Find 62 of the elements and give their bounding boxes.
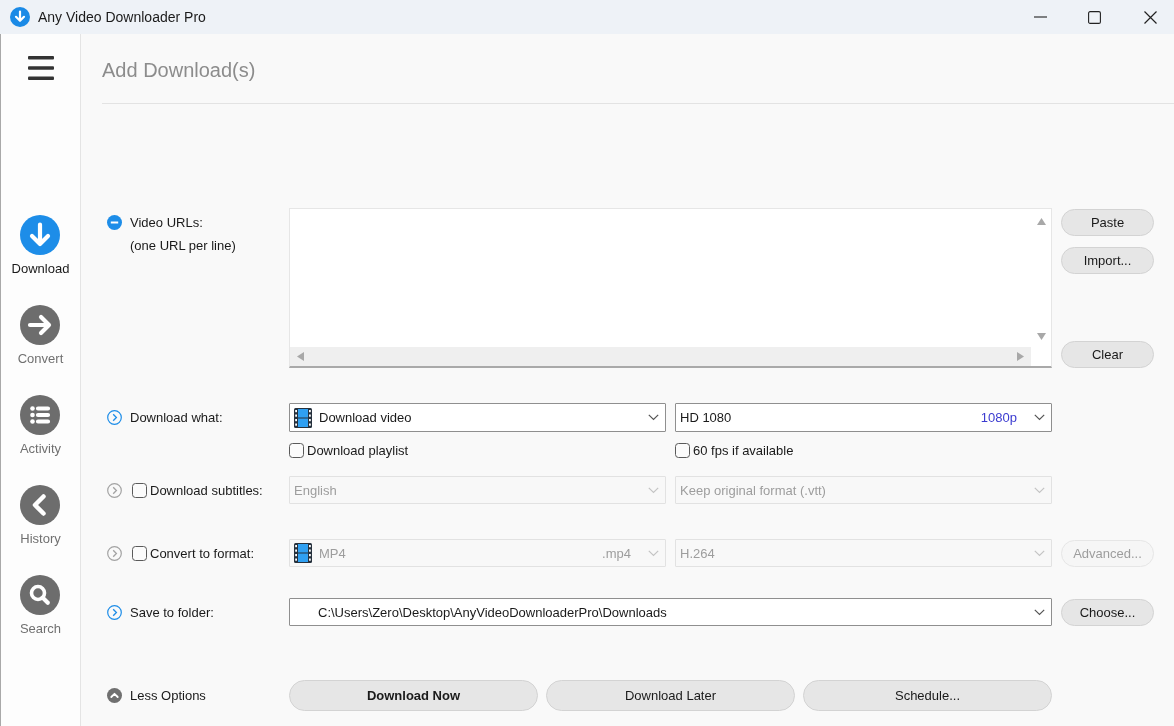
chevron-down-icon (648, 414, 659, 421)
field-label: Save to folder: (130, 604, 214, 620)
action-button[interactable]: Schedule... (803, 680, 1052, 711)
chevron-circle-icon[interactable] (107, 482, 122, 498)
field-label: Convert to format: (150, 545, 255, 561)
nav-item[interactable]: Activity (19, 395, 62, 456)
scroll-up-arrow-icon[interactable] (1036, 218, 1046, 225)
chevron-down-icon (1034, 414, 1045, 421)
horizontal-scrollbar[interactable] (290, 347, 1031, 366)
checkbox[interactable] (289, 442, 304, 458)
film-strip-icon (294, 543, 312, 563)
options-toggle-link[interactable]: Less Options (130, 688, 206, 703)
checkbox-label: Download playlist (307, 442, 409, 458)
action-button[interactable]: Import... (1061, 247, 1154, 274)
nav-item[interactable]: History (20, 485, 61, 546)
chevron-down-icon (648, 486, 659, 494)
scroll-right-arrow-icon[interactable] (1017, 352, 1024, 361)
suffix-text: 1080p (980, 410, 1017, 425)
checkbox-label: 60 fps if available (693, 442, 794, 458)
chevron-down-icon (1034, 486, 1045, 494)
list-circle-icon (20, 395, 61, 435)
chevron-down-icon (1034, 549, 1045, 557)
action-button[interactable]: Download Now (289, 680, 538, 711)
dropdown[interactable]: C:\Users\Zero\Desktop\AnyVideoDownloaderPro\Downloads (289, 598, 1052, 626)
chevron-circle-icon[interactable] (107, 545, 122, 561)
field-label: Video URLs: (130, 214, 203, 232)
dropdown[interactable]: Download video (289, 403, 666, 432)
chevron-circle-icon[interactable] (107, 604, 122, 620)
action-button[interactable]: Choose... (1061, 598, 1154, 626)
action-button[interactable]: Download Later (546, 680, 795, 711)
action-button[interactable]: Clear (1061, 341, 1154, 368)
checkbox[interactable] (132, 482, 147, 498)
menu-icon[interactable] (27, 56, 54, 80)
app-logo-icon (10, 7, 30, 27)
nav-item[interactable]: Search (19, 575, 62, 636)
checkbox[interactable] (132, 545, 147, 561)
maximize-icon (1087, 10, 1101, 24)
chevron-circle-icon[interactable] (107, 410, 122, 425)
nav-item[interactable]: Download (11, 215, 70, 276)
hint-text: (one URL per line) (130, 237, 236, 255)
page-title: Add Download(s) (102, 58, 256, 83)
scroll-down-arrow-icon[interactable] (1036, 333, 1046, 340)
action-button[interactable]: Paste (1061, 209, 1154, 236)
search-icon (20, 575, 61, 615)
minus-circle-icon[interactable] (107, 215, 122, 230)
chevron-down-icon (1034, 608, 1045, 616)
field-label: Download what: (130, 410, 223, 425)
arrow-right-circle-icon (20, 305, 61, 345)
checkbox[interactable] (675, 442, 690, 458)
field-label: Download subtitles: (150, 482, 263, 498)
arrow-down-circle-icon (20, 215, 61, 255)
dropdown[interactable]: HD 1080 1080p (675, 403, 1052, 432)
window-title: Any Video Downloader Pro (38, 9, 206, 25)
caret-up-circle-icon[interactable] (107, 688, 122, 703)
suffix-text: .mp4 (602, 545, 631, 561)
minimize-icon (1033, 16, 1047, 18)
scroll-left-arrow-icon[interactable] (297, 352, 304, 361)
nav-item[interactable]: Convert (17, 305, 64, 366)
chevron-left-circle-icon (20, 485, 61, 525)
close-icon (1144, 10, 1157, 24)
chevron-down-icon (648, 549, 659, 557)
film-strip-icon (294, 407, 312, 428)
